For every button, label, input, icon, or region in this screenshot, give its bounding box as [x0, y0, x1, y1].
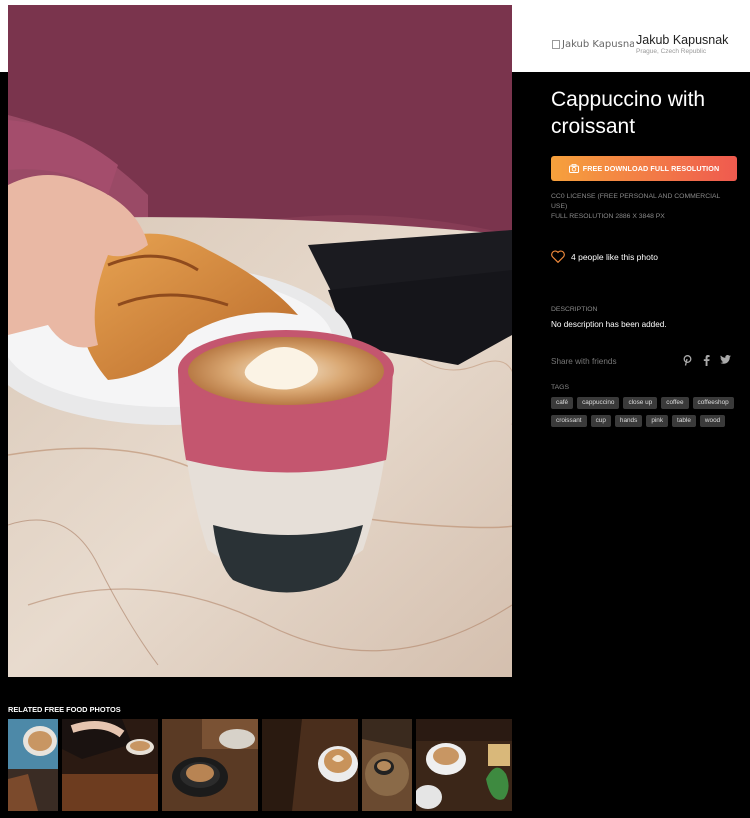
- pinterest-icon[interactable]: [682, 355, 692, 367]
- author-box: Jakub Kapusnak Jakub Kapusnak Prague, Cz…: [512, 0, 750, 72]
- related-thumb[interactable]: [162, 719, 258, 811]
- tag-pink[interactable]: pink: [646, 415, 669, 427]
- tag-coffee[interactable]: coffee: [661, 397, 689, 409]
- twitter-icon[interactable]: [720, 355, 731, 367]
- tag-cup[interactable]: cup: [590, 415, 611, 427]
- resolution-line: FULL RESOLUTION 2886 X 3848 PX: [551, 213, 665, 220]
- author-avatar[interactable]: Jakub Kapusnak: [552, 38, 634, 50]
- share-label: Share with friends: [551, 357, 617, 366]
- related-thumb-image: [362, 719, 412, 811]
- author-avatar-alt: Jakub Kapusnak: [562, 38, 634, 50]
- description-label: DESCRIPTION: [551, 306, 598, 313]
- author-location: Prague, Czech Republic: [636, 48, 707, 55]
- license-line: CC0 LICENSE (FREE PERSONAL AND COMMERCIA…: [551, 193, 721, 210]
- broken-image-icon: [552, 39, 560, 49]
- related-thumb[interactable]: [416, 719, 512, 811]
- tag-list: café cappuccino close up coffee coffeesh…: [551, 397, 741, 427]
- camera-icon: [568, 164, 579, 173]
- related-thumb[interactable]: [262, 719, 358, 811]
- likes-text: 4 people like this photo: [571, 251, 658, 262]
- tag-cafe[interactable]: café: [551, 397, 574, 409]
- download-button[interactable]: FREE DOWNLOAD FULL RESOLUTION: [551, 156, 737, 181]
- author-name[interactable]: Jakub Kapusnak: [636, 33, 728, 47]
- tags-label: TAGS: [551, 384, 570, 391]
- related-thumb-image: [62, 719, 158, 811]
- photo-title: Cappuccino with croissant: [551, 88, 706, 138]
- main-photo[interactable]: [8, 5, 512, 677]
- tag-croissant[interactable]: croissant: [551, 415, 587, 427]
- related-thumb[interactable]: [62, 719, 158, 811]
- tag-coffeeshop[interactable]: coffeeshop: [692, 397, 734, 409]
- related-thumb-image: [8, 719, 58, 811]
- tag-table[interactable]: table: [672, 415, 696, 427]
- description-text: No description has been added.: [551, 320, 667, 329]
- tag-hands[interactable]: hands: [614, 415, 643, 427]
- heart-icon: [551, 250, 565, 263]
- likes[interactable]: 4 people like this photo: [551, 250, 658, 263]
- related-thumb[interactable]: [8, 719, 58, 811]
- facebook-icon[interactable]: [701, 355, 711, 367]
- share-icons: [682, 355, 731, 367]
- main-photo-image: [8, 5, 512, 677]
- related-thumb[interactable]: [362, 719, 412, 811]
- related-thumb-image: [162, 719, 258, 811]
- tag-wood[interactable]: wood: [699, 415, 726, 427]
- tag-close-up[interactable]: close up: [623, 397, 658, 409]
- related-thumb-image: [416, 719, 512, 811]
- tag-cappuccino[interactable]: cappuccino: [577, 397, 620, 409]
- related-thumb-image: [262, 719, 358, 811]
- download-button-label: FREE DOWNLOAD FULL RESOLUTION: [582, 164, 720, 173]
- license-info: CC0 LICENSE (FREE PERSONAL AND COMMERCIA…: [551, 192, 737, 222]
- related-label: RELATED FREE FOOD PHOTOS: [8, 705, 121, 714]
